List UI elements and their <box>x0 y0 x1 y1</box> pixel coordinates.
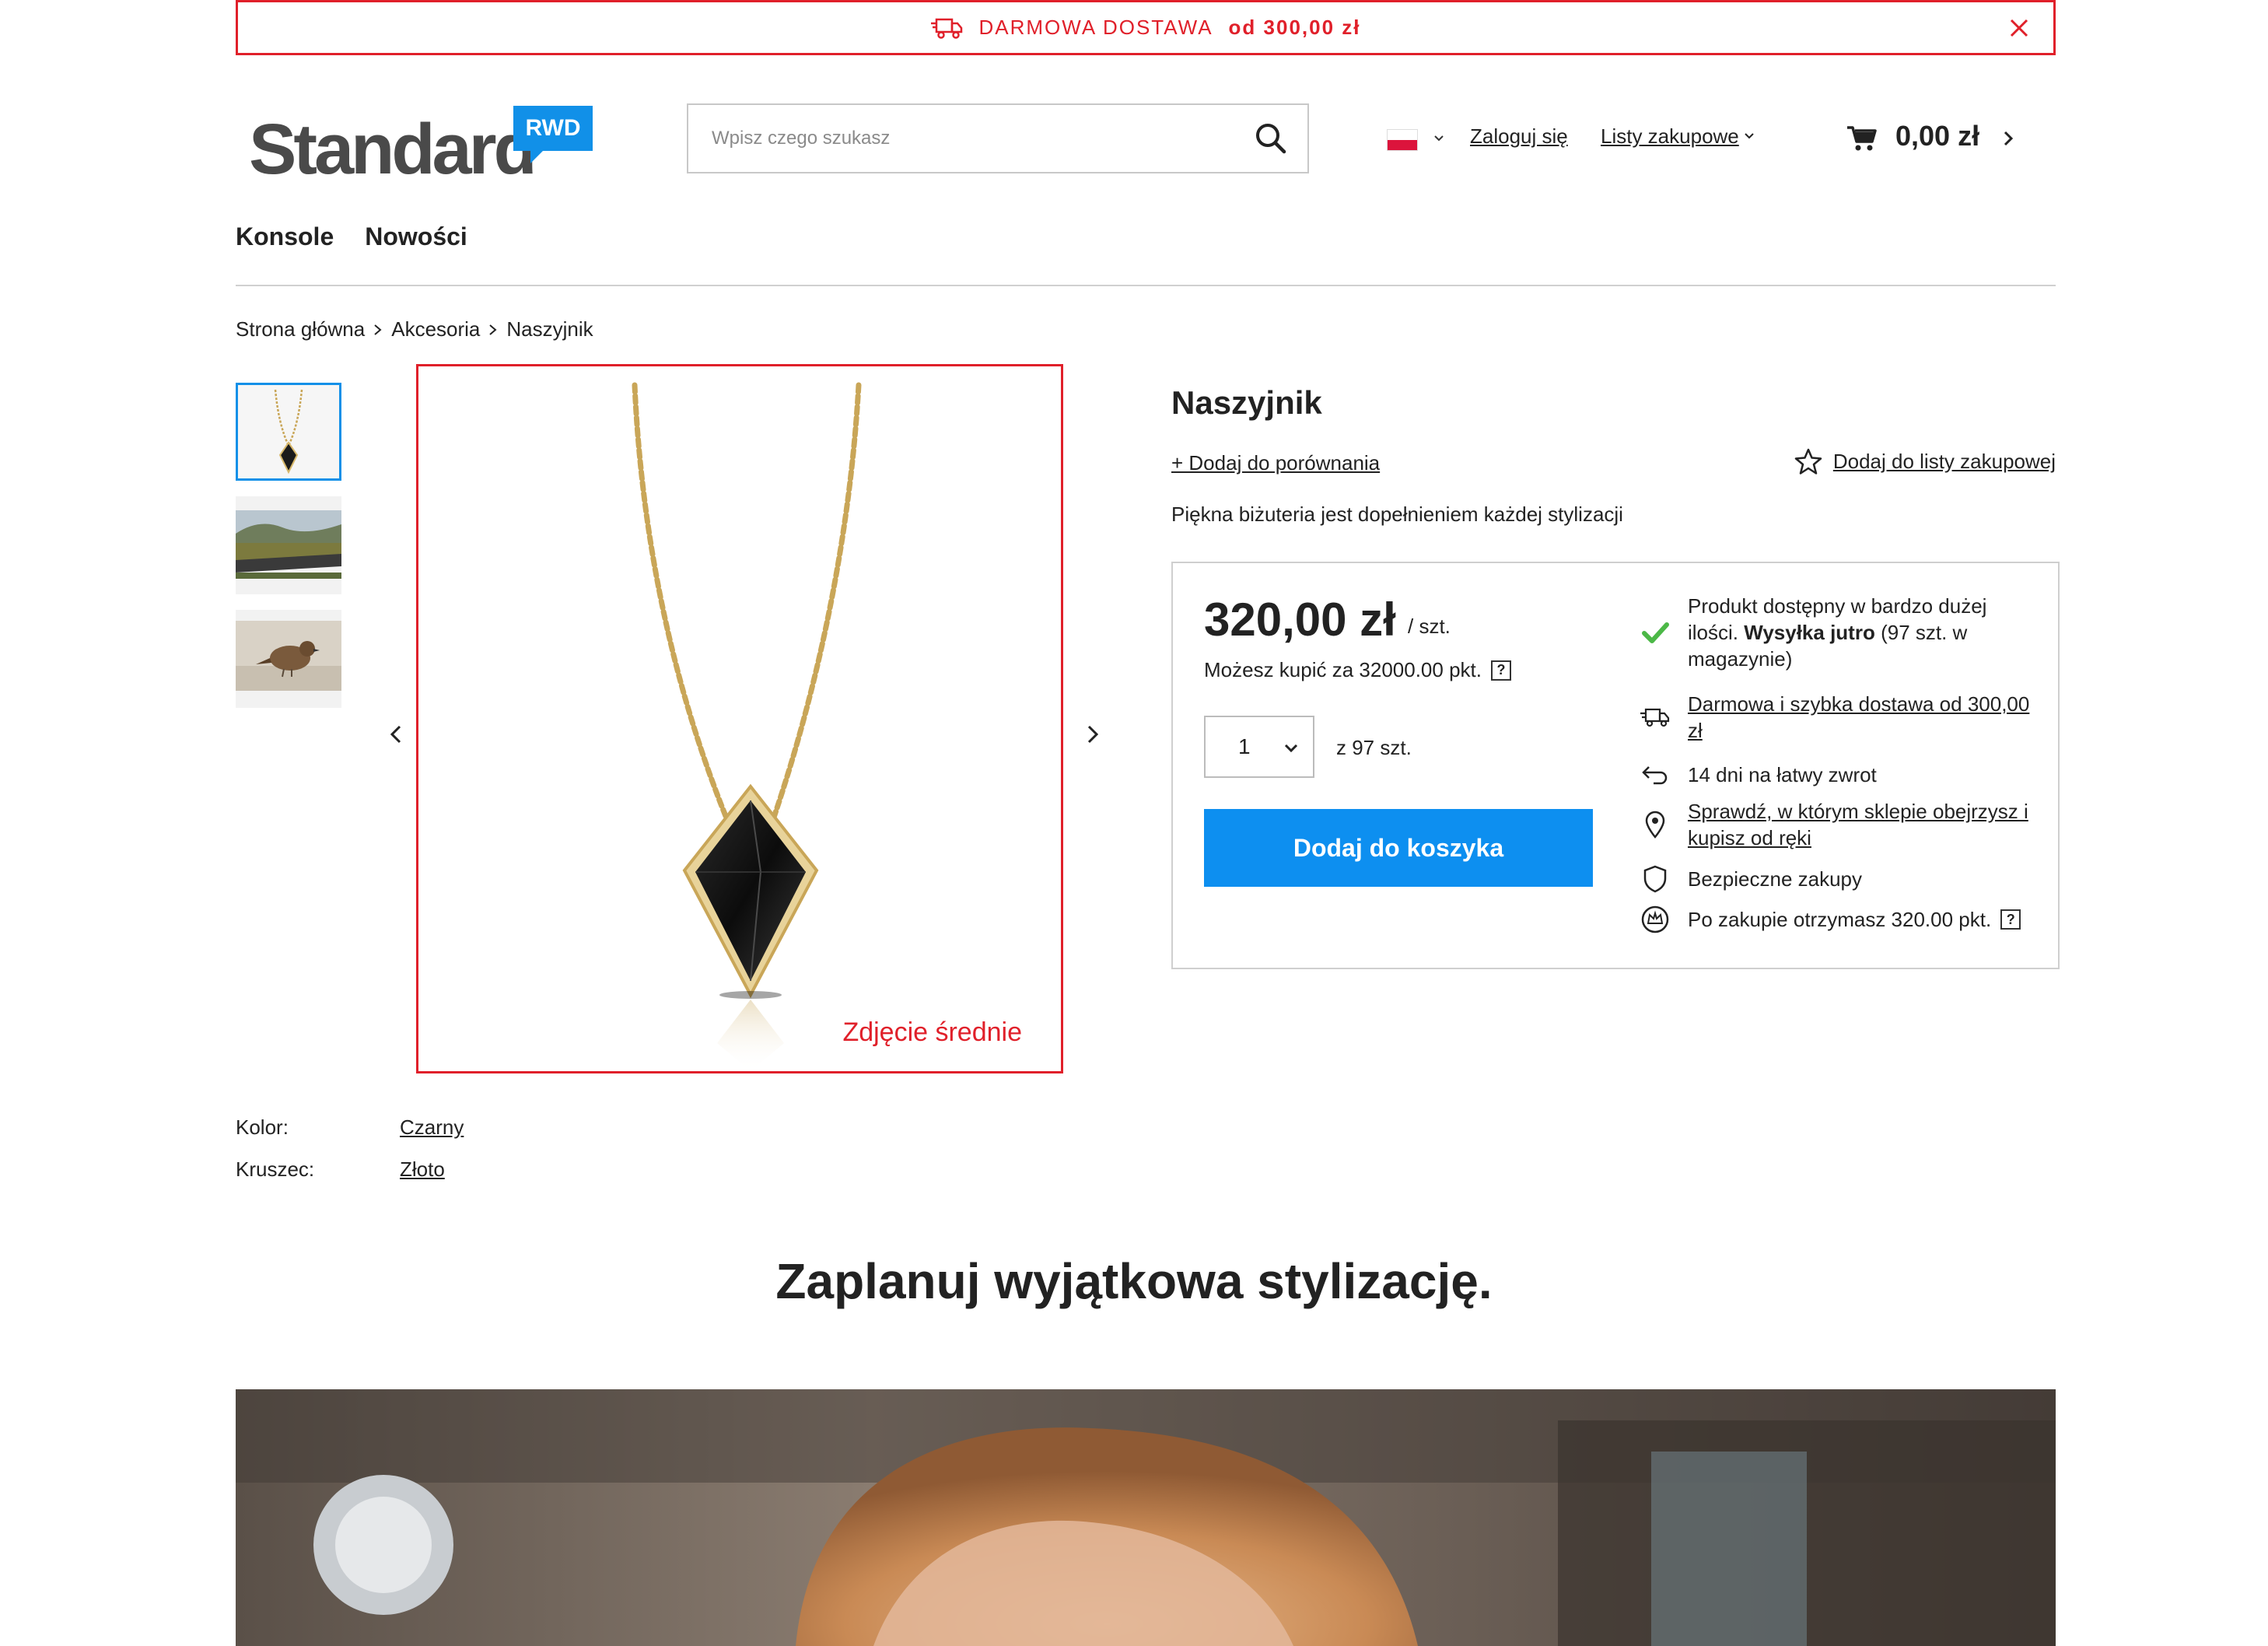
price-unit: / szt. <box>1408 615 1451 638</box>
availability-info: Produkt dostępny w bardzo dużej ilości. … <box>1640 593 2036 672</box>
attribute-label-color: Kolor: <box>236 1115 289 1139</box>
add-to-wishlist-link[interactable]: Dodaj do listy zakupowej <box>1794 448 2056 475</box>
breadcrumb-current: Naszyjnik <box>506 317 593 341</box>
chevron-down-icon <box>1284 744 1298 753</box>
attribute-label-metal: Kruszec: <box>236 1157 315 1181</box>
styling-banner-image <box>236 1389 2056 1646</box>
returns-text: 14 dni na łatwy zwrot <box>1688 763 1877 786</box>
add-to-cart-button[interactable]: Dodaj do koszyka <box>1204 809 1593 887</box>
chevron-right-icon[interactable] <box>1081 720 1103 748</box>
search-icon[interactable] <box>1253 121 1289 156</box>
breadcrumb-category[interactable]: Akcesoria <box>391 317 480 341</box>
cart-total[interactable]: 0,00 zł <box>1895 120 1979 152</box>
checkmark-icon <box>1642 622 1669 643</box>
logo-badge: RWD <box>513 106 593 163</box>
add-to-compare-link[interactable]: + Dodaj do porównania <box>1171 451 1380 475</box>
nav-divider <box>236 285 2056 286</box>
earn-points-info: Po zakupie otrzymasz 320.00 pkt. ? <box>1640 904 2036 935</box>
breadcrumb: Strona główna Akcesoria Naszyjnik <box>236 317 593 341</box>
product-description: Piękna biżuteria jest dopełnieniem każde… <box>1171 503 1623 526</box>
stores-info[interactable]: Sprawdź, w którym sklepie obejrzysz i ku… <box>1640 798 2036 851</box>
points-price: Możesz kupić za 32000.00 pkt. ? <box>1204 658 1511 682</box>
promo-bar: DARMOWA DOSTAWA od 300,00 zł <box>236 0 2056 55</box>
image-caption: Zdjęcie średnie <box>842 1017 1022 1047</box>
cart-icon[interactable] <box>1846 124 1877 152</box>
star-icon <box>1794 448 1822 475</box>
flag-poland-icon[interactable] <box>1387 129 1418 151</box>
return-arrow-icon <box>1642 766 1668 785</box>
quantity-select[interactable]: 1 <box>1204 716 1314 778</box>
availability-text: Produkt dostępny w bardzo dużej ilości. … <box>1688 593 2036 672</box>
section-title: Zaplanuj wyjątkowa stylizację. <box>775 1253 1493 1309</box>
close-icon[interactable] <box>2007 16 2032 40</box>
product-title: Naszyjnik <box>1171 384 1322 421</box>
product-page: DARMOWA DOSTAWA od 300,00 zł Standard RW… <box>0 0 2268 1646</box>
main-product-image[interactable]: Zdjęcie średnie <box>416 364 1063 1073</box>
chevron-down-icon[interactable] <box>1742 129 1756 143</box>
store-logo[interactable]: Standard RWD <box>249 106 599 189</box>
chevron-right-icon[interactable] <box>1997 128 2019 149</box>
product-price: 320,00 zł <box>1204 594 1396 646</box>
breadcrumb-home[interactable]: Strona główna <box>236 317 365 341</box>
chevron-down-icon[interactable] <box>1431 131 1447 146</box>
shield-icon <box>1643 865 1667 893</box>
chevron-right-icon <box>489 324 497 335</box>
availability-shipping: Wysyłka jutro <box>1744 621 1875 644</box>
attribute-value-metal[interactable]: Złoto <box>400 1157 445 1182</box>
help-icon[interactable]: ? <box>1490 660 1511 681</box>
wishlist-label: Dodaj do listy zakupowej <box>1832 449 2056 473</box>
promo-text: DARMOWA DOSTAWA od 300,00 zł <box>930 16 1360 40</box>
earn-points-text: Po zakupie otrzymasz 320.00 pkt. <box>1688 908 1992 931</box>
delivery-truck-icon <box>931 18 963 39</box>
thumbnail-landscape[interactable] <box>236 496 341 594</box>
stores-link[interactable]: Sprawdź, w którym sklepie obejrzysz i ku… <box>1688 798 2036 851</box>
shopping-lists-link[interactable]: Listy zakupowe <box>1601 124 1739 149</box>
login-link[interactable]: Zaloguj się <box>1470 124 1568 149</box>
help-icon[interactable]: ? <box>2000 909 2021 930</box>
logo-wordmark: Standard <box>249 110 537 189</box>
main-nav: Konsole Nowości <box>236 222 467 251</box>
promo-threshold: od 300,00 zł <box>1228 16 1361 39</box>
attribute-value-color[interactable]: Czarny <box>400 1115 464 1140</box>
delivery-info[interactable]: Darmowa i szybka dostawa od 300,00 zł <box>1640 691 2036 744</box>
secure-text: Bezpieczne zakupy <box>1688 867 1863 891</box>
chevron-left-icon[interactable] <box>386 720 408 748</box>
chevron-right-icon <box>374 324 382 335</box>
location-pin-icon <box>1645 811 1665 839</box>
secure-info: Bezpieczne zakupy <box>1640 863 2036 895</box>
promo-label: DARMOWA DOSTAWA <box>978 16 1213 39</box>
search-box <box>687 103 1309 173</box>
stock-count: z 97 szt. <box>1336 736 1412 759</box>
delivery-link[interactable]: Darmowa i szybka dostawa od 300,00 zł <box>1688 691 2036 744</box>
nav-item-konsole[interactable]: Konsole <box>236 222 334 251</box>
delivery-truck-icon <box>1640 708 1670 727</box>
returns-info: 14 dni na łatwy zwrot <box>1640 759 2036 790</box>
points-text: Możesz kupić za 32000.00 pkt. <box>1204 658 1482 681</box>
crown-badge-icon <box>1641 905 1669 933</box>
search-input[interactable] <box>712 105 1241 172</box>
thumbnail-sparrow[interactable] <box>236 610 341 708</box>
nav-item-nowosci[interactable]: Nowości <box>365 222 467 251</box>
buy-box: 320,00 zł / szt. Możesz kupić za 32000.0… <box>1171 562 2060 969</box>
quantity-value: 1 <box>1238 734 1251 758</box>
thumbnail-necklace[interactable] <box>236 383 341 481</box>
